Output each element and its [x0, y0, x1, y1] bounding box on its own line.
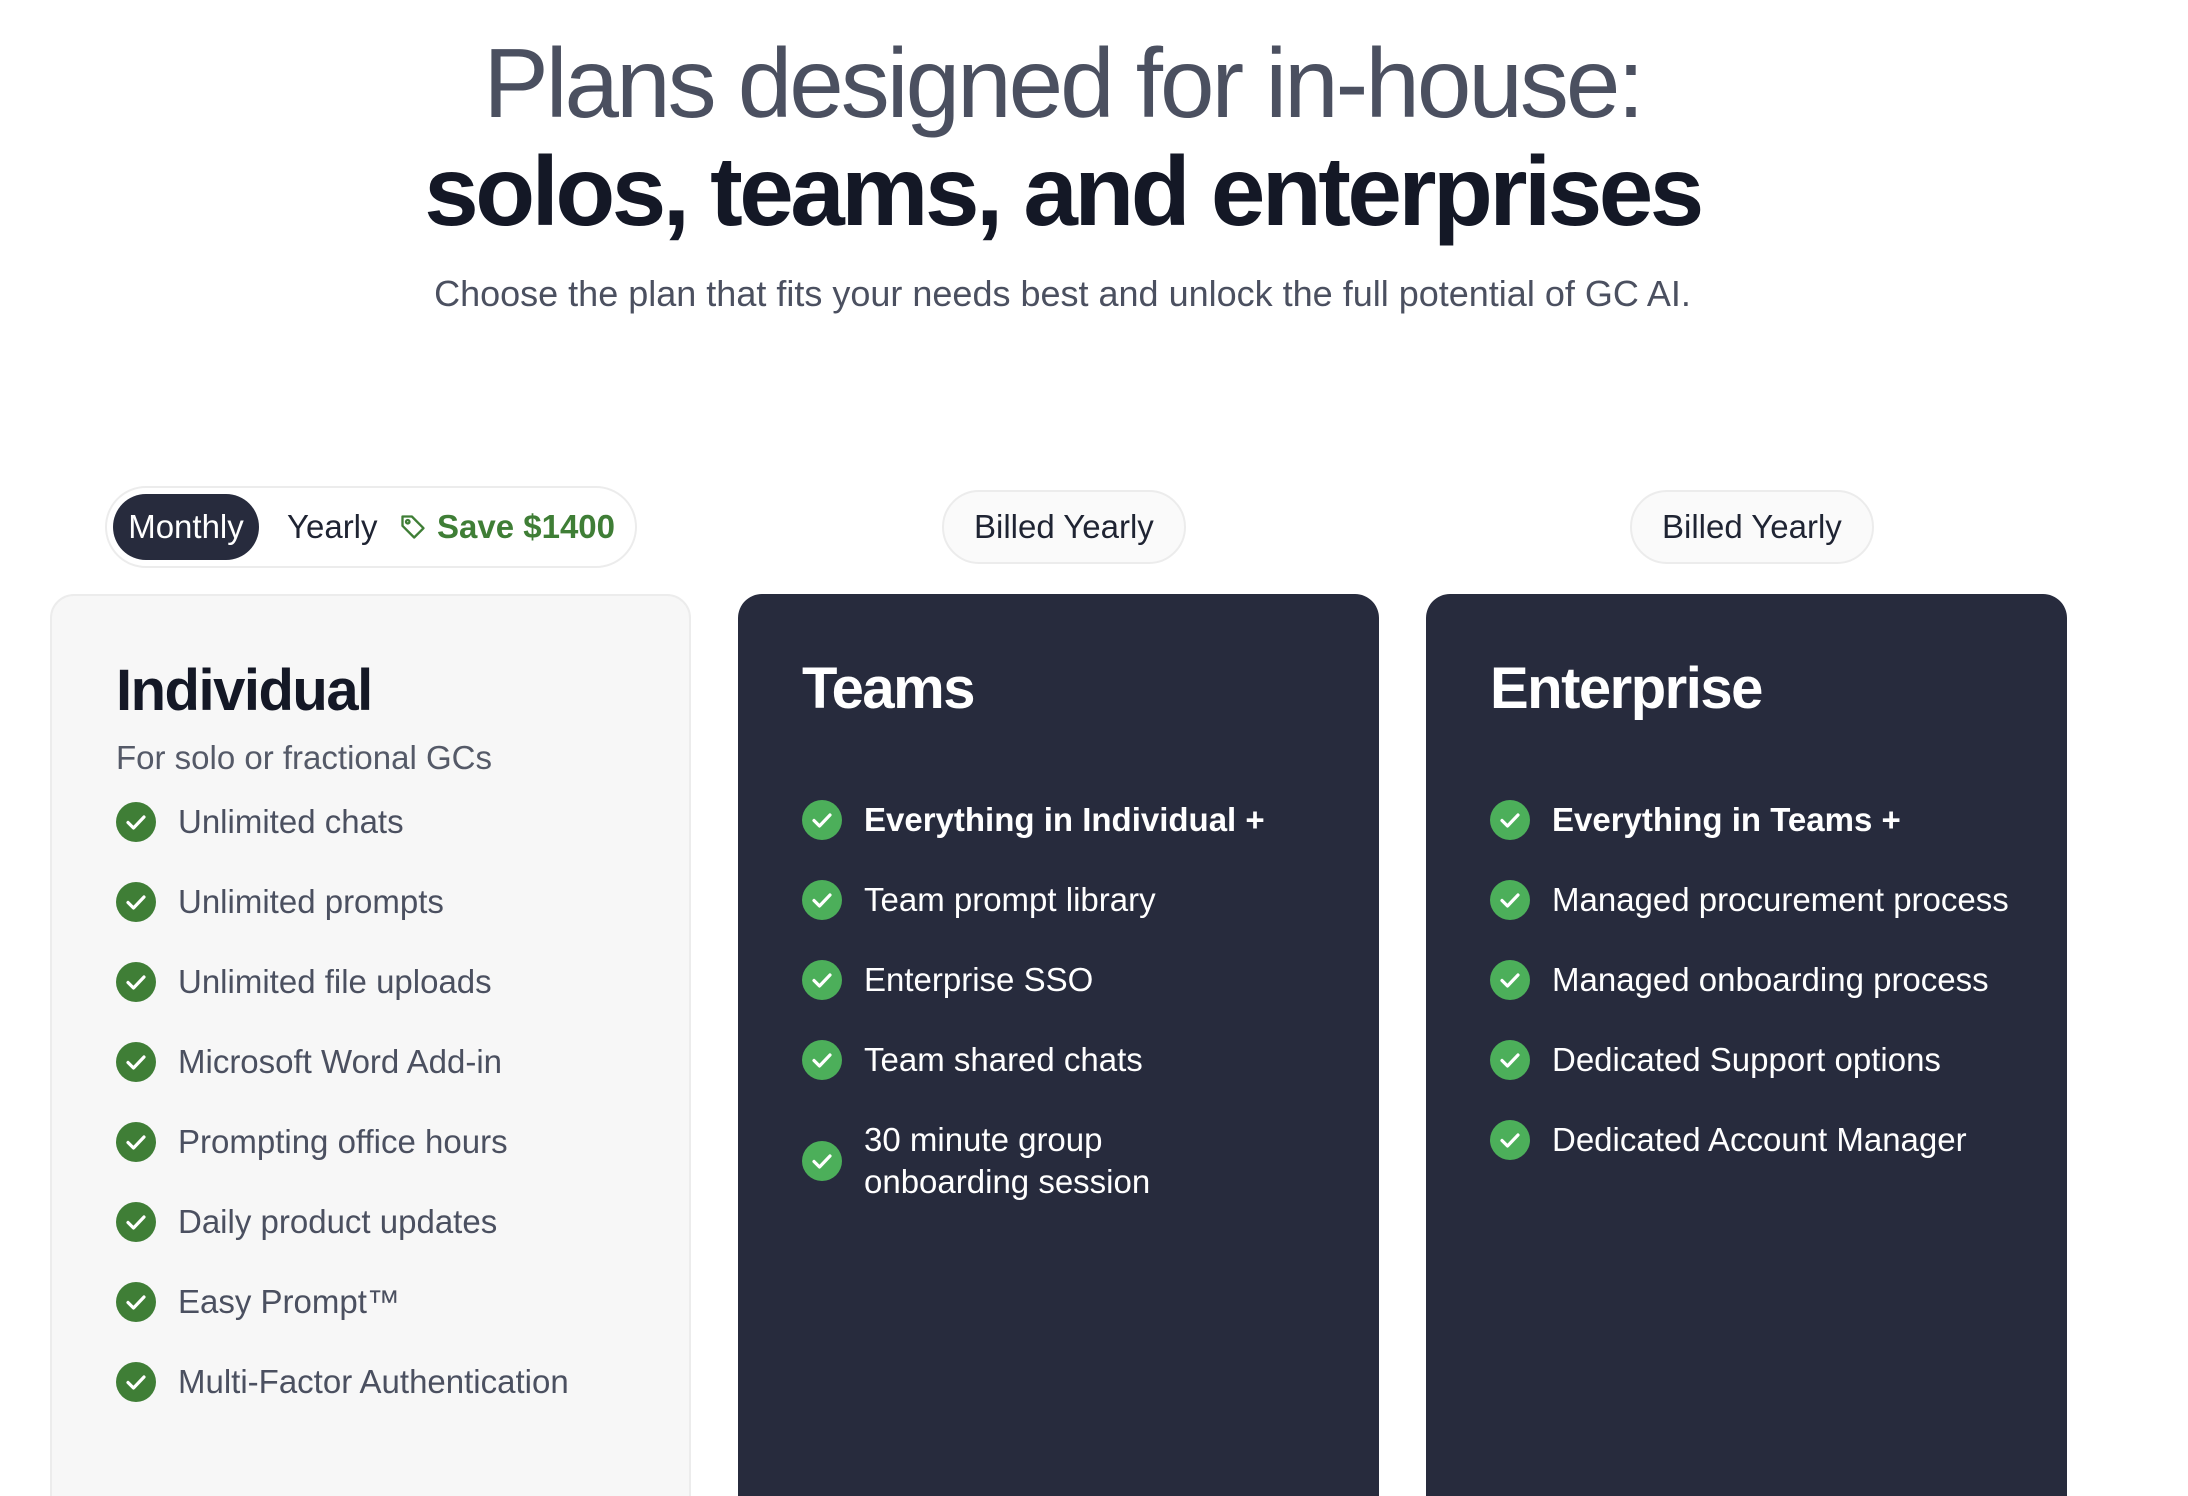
hero-subtitle: Choose the plan that fits your needs bes… [434, 273, 1691, 314]
feature-label: Unlimited chats [178, 803, 404, 840]
check-circle-icon [116, 1362, 156, 1402]
save-badge[interactable]: Save $1400 [399, 494, 615, 560]
feature-item: Team prompt library [802, 860, 1265, 940]
check-circle-icon [1490, 1120, 1530, 1160]
feature-label: Enterprise SSO [864, 961, 1094, 998]
enterprise-billed-yearly-pill: Billed Yearly [1630, 490, 1874, 564]
feature-item: Team shared chats [802, 1020, 1265, 1100]
plan-subtitle: For solo or fractional GCs [116, 739, 492, 776]
feature-item: Microsoft Word Add-in [116, 1022, 569, 1102]
check-circle-icon [802, 960, 842, 1000]
check-circle-icon [116, 882, 156, 922]
plan-card-enterprise: Enterprise Everything in Teams + Managed … [1426, 594, 2067, 1496]
feature-label: Microsoft Word Add-in [178, 1043, 503, 1080]
feature-item: Managed onboarding process [1490, 940, 2009, 1020]
plan-card-teams: Teams Everything in Individual + Team pro… [738, 594, 1379, 1496]
check-circle-icon [802, 1141, 842, 1181]
feature-item: 30 minute group onboarding session [802, 1100, 1265, 1222]
teams-billed-yearly-pill: Billed Yearly [942, 490, 1186, 564]
feature-item: Prompting office hours [116, 1102, 569, 1182]
check-circle-icon [116, 1042, 156, 1082]
hero-heading-line2: solos, teams, and enterprises [424, 136, 1704, 246]
feature-item: Unlimited prompts [116, 862, 569, 942]
feature-label: Everything in Individual + [864, 801, 1265, 838]
plan-title: Enterprise [1490, 656, 1763, 721]
check-circle-icon [116, 962, 156, 1002]
feature-label: Prompting office hours [178, 1123, 508, 1160]
tag-icon [401, 515, 425, 539]
feature-list: Everything in Individual + Team prompt li… [802, 780, 1265, 1222]
feature-item: Managed procurement process [1490, 860, 2009, 940]
check-circle-icon [116, 1202, 156, 1242]
check-circle-icon [116, 1122, 156, 1162]
pricing-page: Plans designed for in-house: solos, team… [0, 0, 2188, 1496]
feature-item: Enterprise SSO [802, 940, 1265, 1020]
feature-label: Managed procurement process [1552, 881, 2009, 918]
feature-item: Daily product updates [116, 1182, 569, 1262]
plan-card-individual: Individual For solo or fractional GCs Un… [50, 594, 691, 1496]
feature-list: Unlimited chats Unlimited prompts Unlimite… [116, 782, 569, 1422]
feature-label: Dedicated Support options [1552, 1041, 1941, 1078]
feature-label: Unlimited prompts [178, 883, 444, 920]
feature-item: Unlimited chats [116, 782, 569, 862]
save-label: Save $1400 [437, 508, 616, 545]
feature-item: Easy Prompt™ [116, 1262, 569, 1342]
check-circle-icon [1490, 800, 1530, 840]
check-circle-icon [802, 800, 842, 840]
feature-item: Dedicated Support options [1490, 1020, 2009, 1100]
feature-label: Easy Prompt™ [178, 1283, 400, 1320]
feature-label: Managed onboarding process [1552, 961, 1989, 998]
feature-item: Multi-Factor Authentication [116, 1342, 569, 1422]
feature-label: 30 minute group onboarding session [864, 1121, 1151, 1200]
feature-label: Dedicated Account Manager [1552, 1121, 1967, 1158]
hero-heading-line1: Plans designed for in-house: [483, 28, 1644, 138]
feature-item: Everything in Teams + [1490, 780, 2009, 860]
feature-item: Unlimited file uploads [116, 942, 569, 1022]
plan-title: Individual [116, 658, 373, 723]
feature-label: Multi-Factor Authentication [178, 1363, 569, 1400]
feature-item: Everything in Individual + [802, 780, 1265, 860]
billing-toggle: Monthly Yearly Save $1400 [105, 486, 637, 568]
check-circle-icon [116, 802, 156, 842]
billing-yearly-option[interactable]: Yearly [287, 494, 378, 560]
check-circle-icon [116, 1282, 156, 1322]
check-circle-icon [1490, 1040, 1530, 1080]
feature-label: Everything in Teams + [1552, 801, 1901, 838]
check-circle-icon [802, 880, 842, 920]
feature-label: Daily product updates [178, 1203, 498, 1240]
feature-label: Team shared chats [864, 1041, 1143, 1078]
feature-item: Dedicated Account Manager [1490, 1100, 2009, 1180]
check-circle-icon [802, 1040, 842, 1080]
billing-monthly-option[interactable]: Monthly [113, 494, 259, 560]
feature-list: Everything in Teams + Managed procurement… [1490, 780, 2009, 1180]
feature-label: Team prompt library [864, 881, 1156, 918]
check-circle-icon [1490, 880, 1530, 920]
check-circle-icon [1490, 960, 1530, 1000]
feature-label: Unlimited file uploads [178, 963, 492, 1000]
plan-title: Teams [802, 656, 975, 721]
